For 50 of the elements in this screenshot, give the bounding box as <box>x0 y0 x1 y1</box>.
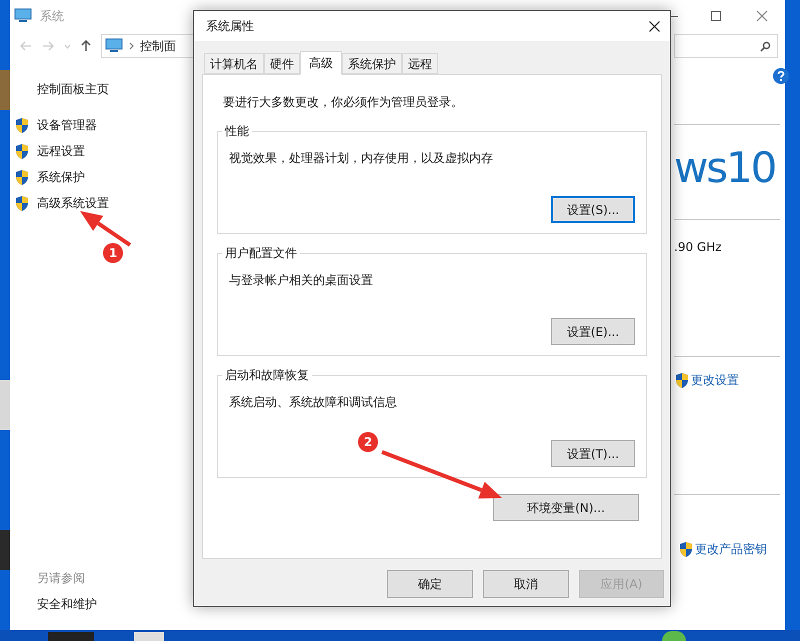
section-heading: 另请参阅 <box>37 570 86 587</box>
tab[interactable]: 高级 <box>300 51 342 75</box>
admin-note: 要进行大多数更改，你必须作为管理员登录。 <box>223 94 464 111</box>
sidebar-link[interactable]: 设备管理器 <box>37 116 97 134</box>
environment-variables-button[interactable]: 环境变量(N)... <box>493 494 639 521</box>
dialog-button[interactable]: 确定 <box>387 570 473 598</box>
settings-button[interactable]: 设置(E)... <box>551 318 635 345</box>
settings-button[interactable]: 设置(S)... <box>551 196 635 223</box>
search-icon <box>760 40 771 52</box>
up-icon[interactable] <box>81 40 91 52</box>
group-title: 启动和故障恢复 <box>222 367 312 383</box>
shield-icon <box>678 540 694 558</box>
shield-icon <box>14 168 30 186</box>
tab[interactable]: 硬件 <box>264 53 300 74</box>
dialog-title: 系统属性 <box>206 18 254 35</box>
sidebar-link[interactable]: 控制面板主页 <box>37 80 180 98</box>
window-title: 系统 <box>40 8 64 25</box>
group-title: 用户配置文件 <box>222 245 300 261</box>
group-description: 与登录帐户相关的桌面设置 <box>229 272 374 289</box>
change-settings-link[interactable]: 更改设置 <box>691 371 739 389</box>
shield-icon <box>14 142 30 160</box>
windows-logo-text: ws10 <box>674 147 776 189</box>
group-title: 性能 <box>222 123 252 139</box>
sidebar-link[interactable]: 安全和维护 <box>37 595 180 613</box>
breadcrumb[interactable]: 控制面 <box>140 37 176 55</box>
shield-icon <box>14 194 30 212</box>
annotation-arrow <box>80 211 132 247</box>
sidebar-link[interactable]: 高级系统设置 <box>37 194 109 212</box>
group-description: 视觉效果，处理器计划，内存使用，以及虚拟内存 <box>229 150 494 167</box>
chevron-icon <box>129 42 134 50</box>
tab[interactable]: 远程 <box>402 53 438 74</box>
shield-icon <box>674 372 690 388</box>
change-key-link[interactable]: 更改产品密钥 <box>695 540 767 558</box>
sidebar-link[interactable]: 远程设置 <box>37 142 85 160</box>
processor-speed: .90 GHz <box>674 239 723 256</box>
forward-icon[interactable] <box>42 41 54 51</box>
settings-button[interactable]: 设置(T)... <box>551 440 635 467</box>
tab[interactable]: 系统保护 <box>342 53 402 74</box>
tab[interactable]: 计算机名 <box>204 53 264 74</box>
computer-icon <box>105 38 123 54</box>
sidebar-link[interactable]: 系统保护 <box>37 168 85 186</box>
computer-icon <box>14 8 32 24</box>
close-icon[interactable] <box>649 20 660 32</box>
shield-icon <box>14 116 30 134</box>
dropdown-icon[interactable] <box>64 44 71 48</box>
back-icon[interactable] <box>20 41 32 51</box>
search-field[interactable] <box>674 34 778 58</box>
help-icon[interactable] <box>773 68 789 84</box>
group-description: 系统启动、系统故障和调试信息 <box>229 394 398 411</box>
dialog-button[interactable]: 取消 <box>483 570 569 598</box>
